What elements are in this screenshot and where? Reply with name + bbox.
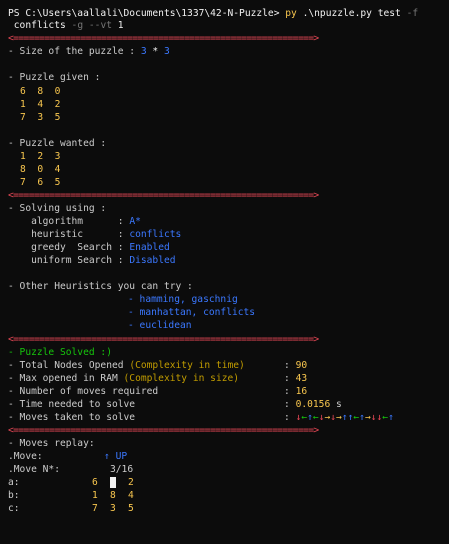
separator-line: <=======================================…: [8, 190, 319, 201]
max-ram-note: (Complexity in size): [123, 373, 240, 384]
command-arg-1: 1: [117, 20, 124, 31]
terminal-cursor: [110, 477, 116, 489]
puzzle-size-height: 3: [163, 46, 170, 57]
max-ram-value: 43: [295, 373, 308, 384]
replay-row-label: c:: [8, 503, 20, 514]
total-nodes-value: 90: [295, 360, 308, 371]
moves-replay-label: - Moves replay:: [8, 438, 95, 449]
algorithm-label: algorithm :: [8, 216, 124, 227]
greedy-search-value: Enabled: [129, 242, 170, 253]
terminal-window[interactable]: PS C:\Users\aallali\Documents\1337\42-N-…: [0, 0, 449, 544]
command-name: py: [285, 8, 297, 19]
replay-cell: 7: [92, 503, 98, 514]
replay-move-direction: ↑ UP: [104, 451, 127, 463]
greedy-search-line: greedy Search : Enabled: [8, 242, 170, 254]
replay-cell: 2: [128, 477, 134, 488]
move-arrow-icon: ↑: [388, 412, 394, 423]
replay-row-label: b:: [8, 490, 20, 501]
puzzle-given-label: - Puzzle given :: [8, 72, 101, 83]
puzzle-size-label: - Size of the puzzle :: [8, 46, 136, 57]
replay-cell: 4: [128, 490, 134, 501]
moves-required-label: - Number of moves required: [8, 386, 159, 397]
replay-move-number-label: .Move N*:: [8, 464, 60, 475]
other-heuristics-item: - euclidean: [128, 320, 192, 331]
total-nodes-line: - Total Nodes Opened (Complexity in time…: [8, 360, 245, 372]
prompt-path: PS C:\Users\aallali\Documents\1337\42-N-…: [8, 8, 280, 19]
command-line-wrap: conflicts -g --vt 1: [8, 20, 124, 32]
total-nodes-note: (Complexity in time): [129, 360, 245, 371]
replay-row-b: b:: [8, 490, 20, 502]
puzzle-solved-title: - Puzzle Solved :): [8, 347, 112, 358]
puzzle-size-width: 3: [140, 46, 147, 57]
puzzle-given-row: 7 3 5: [20, 112, 61, 123]
total-nodes-value-line: : 90: [284, 360, 308, 371]
moves-required-value-line: : 16: [284, 386, 308, 397]
command-flag-vt: --vt: [88, 20, 112, 31]
uniform-search-line: uniform Search : Disabled: [8, 255, 176, 267]
algorithm-line: algorithm : A*: [8, 216, 141, 228]
moves-required-value: 16: [295, 386, 308, 397]
other-heuristics-label: - Other Heuristics you can try :: [8, 281, 193, 292]
uniform-search-value: Disabled: [129, 255, 176, 266]
greedy-search-label: greedy Search :: [8, 242, 124, 253]
replay-cell: 8: [110, 490, 116, 501]
puzzle-given-row: 1 4 2: [20, 99, 61, 110]
command-flag-f: -f: [406, 8, 419, 19]
other-heuristics-item: - hamming, gaschnig: [128, 294, 238, 305]
replay-move-label: .Move:: [8, 451, 43, 462]
time-needed-value-line: : 0.0156 s: [284, 399, 342, 410]
separator-line: <=======================================…: [8, 33, 319, 44]
max-ram-line: - Max opened in RAM (Complexity in size): [8, 373, 239, 385]
heuristic-line: heuristic : conflicts: [8, 229, 181, 241]
max-ram-value-line: : 43: [284, 373, 308, 384]
replay-row-a: a:: [8, 477, 20, 489]
time-needed-label: - Time needed to solve: [8, 399, 136, 410]
command-arg-conflicts: conflicts: [13, 20, 66, 31]
separator-line: <=======================================…: [8, 334, 319, 345]
command-line: PS C:\Users\aallali\Documents\1337\42-N-…: [8, 8, 418, 20]
heuristic-value: conflicts: [129, 229, 182, 240]
solving-using-label: - Solving using :: [8, 203, 107, 214]
replay-cell: 3: [110, 503, 116, 514]
replay-row-label: a:: [8, 477, 20, 488]
time-needed-value: 0.0156: [295, 399, 331, 410]
replay-cell: 5: [128, 503, 134, 514]
total-nodes-label: - Total Nodes Opened: [8, 360, 124, 371]
puzzle-size-times: *: [152, 46, 159, 57]
replay-cell: 6: [92, 477, 98, 488]
replay-move-number-value: 3/16: [110, 464, 134, 475]
separator-line: <=======================================…: [8, 425, 319, 436]
replay-move-dir-label: UP: [115, 451, 128, 462]
other-heuristics-item: - manhattan, conflicts: [128, 307, 256, 318]
moves-taken-value-line: : ↓←↑←↓→↓→↑↑←↑→↓↓←↑: [284, 412, 394, 423]
puzzle-wanted-row: 1 2 3: [20, 151, 61, 162]
time-needed-unit: s: [336, 399, 342, 410]
algorithm-value: A*: [129, 216, 141, 227]
command-script: .\npuzzle.py: [302, 8, 372, 19]
puzzle-wanted-label: - Puzzle wanted :: [8, 138, 107, 149]
replay-row-c: c:: [8, 503, 20, 515]
up-arrow-icon: ↑: [104, 451, 110, 462]
puzzle-wanted-row: 8 0 4: [20, 164, 61, 175]
moves-taken-arrows: ↓←↑←↓→↓→↑↑←↑→↓↓←↑: [296, 412, 394, 423]
command-flag-g: -g: [71, 20, 84, 31]
puzzle-size-line: - Size of the puzzle : 3 * 3: [8, 46, 170, 58]
moves-taken-label: - Moves taken to solve: [8, 412, 136, 423]
replay-move-line: .Move:: [8, 451, 43, 463]
replay-cell: 1: [92, 490, 98, 501]
command-arg-test: test: [377, 8, 401, 19]
max-ram-label: - Max opened in RAM: [8, 373, 118, 384]
puzzle-wanted-row: 7 6 5: [20, 177, 61, 188]
heuristic-label: heuristic :: [8, 229, 124, 240]
puzzle-given-row: 6 8 0: [20, 86, 61, 97]
uniform-search-label: uniform Search :: [8, 255, 124, 266]
